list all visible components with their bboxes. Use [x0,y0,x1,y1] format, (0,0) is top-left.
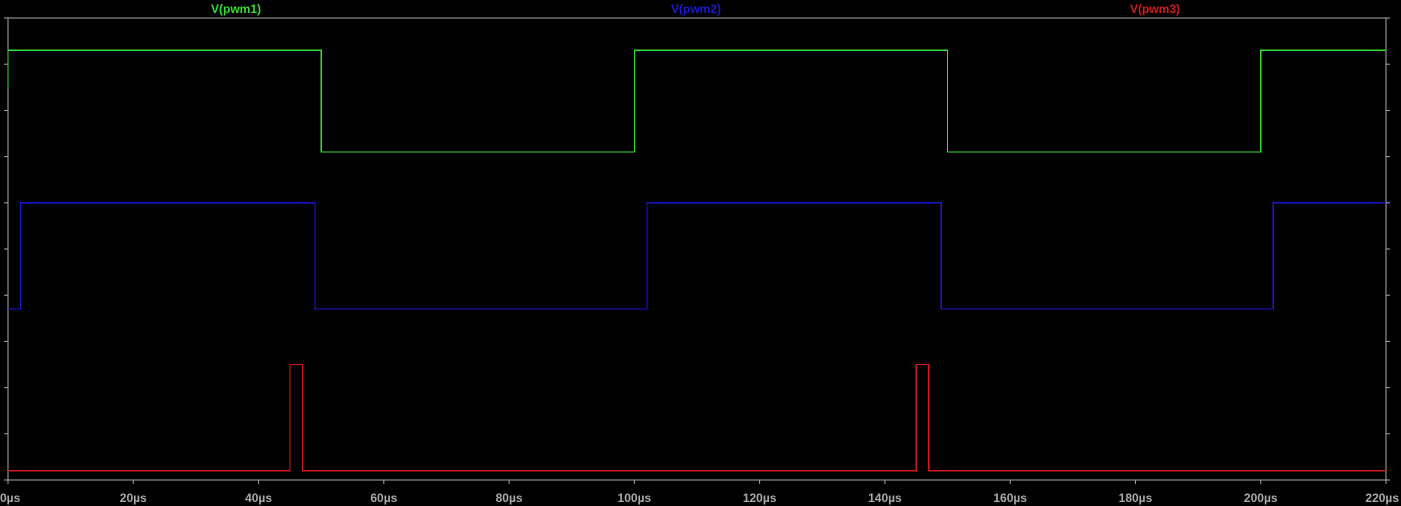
x-tick-label: 120µs [743,491,777,505]
x-tick-label: 80µs [496,491,523,505]
x-tick-label: 20µs [120,491,147,505]
x-tick-label: 40µs [245,491,272,505]
x-tick-label: 60µs [370,491,397,505]
waveform-plot: V(pwm1) V(pwm2) V(pwm3) 0µs 20µs 40µs 60µs 8… [0,0,1401,506]
x-tick-label: 180µs [1119,491,1153,505]
x-tick-label: 200µs [1244,491,1278,505]
plot-background [0,0,1401,506]
trace-title-pwm1[interactable]: V(pwm1) [211,2,261,16]
trace-title-pwm2[interactable]: V(pwm2) [671,2,721,16]
x-tick-label: 160µs [993,491,1027,505]
trace-title-pwm3[interactable]: V(pwm3) [1130,2,1180,16]
x-tick-label: 100µs [618,491,652,505]
x-tick-label: 140µs [868,491,902,505]
x-tick-label: 220µs [1365,491,1399,505]
x-tick-label: 0µs [0,491,21,505]
